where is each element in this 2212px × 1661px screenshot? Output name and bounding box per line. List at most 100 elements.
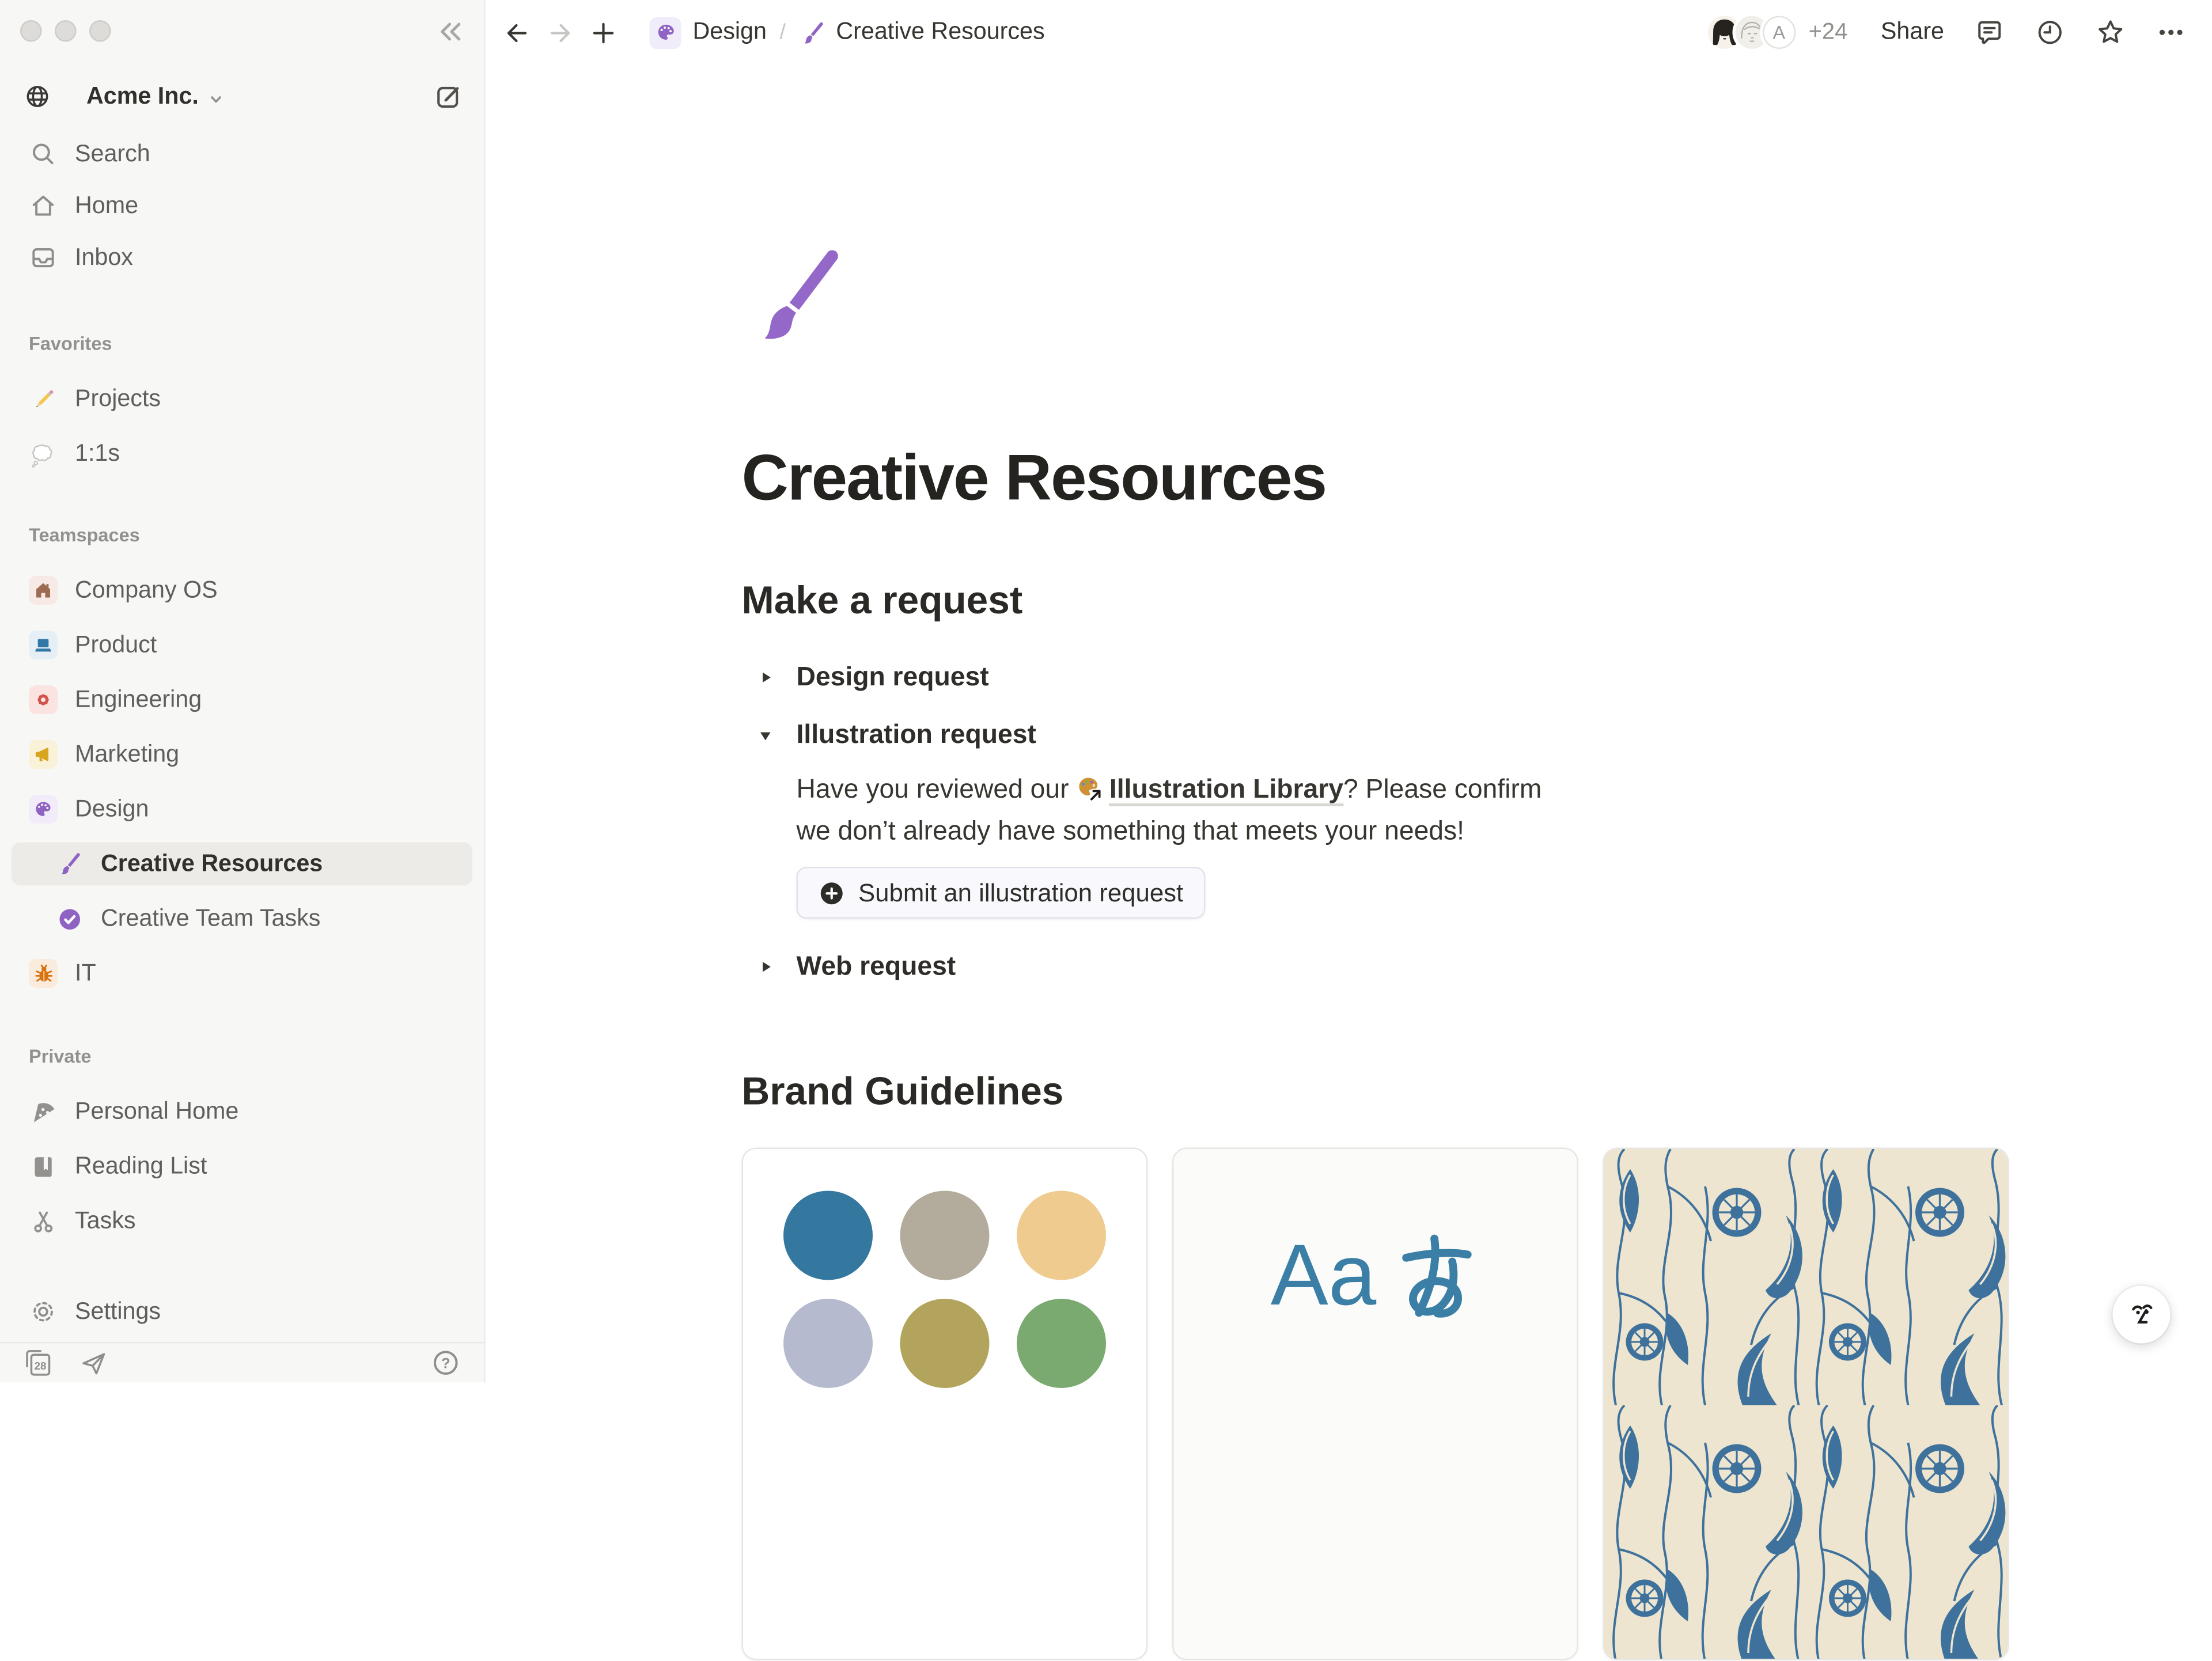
- sidebar-item-label: Product: [75, 631, 157, 659]
- house-icon: [29, 576, 58, 605]
- sidebar-item-label: IT: [75, 960, 96, 987]
- body-text: ? Please confirm: [1343, 774, 1541, 805]
- heading-brand-guidelines[interactable]: Brand Guidelines: [742, 1069, 2212, 1115]
- more-options-icon[interactable]: [2156, 17, 2187, 48]
- toggle-label: Web request: [797, 951, 956, 983]
- gear-outline-icon: [29, 1298, 58, 1326]
- toggle-collapsed-icon[interactable]: [745, 957, 785, 976]
- sidebar-item-search[interactable]: Search: [12, 132, 472, 176]
- color-palette-card[interactable]: [742, 1148, 1148, 1661]
- calendar-icon[interactable]: [23, 1348, 54, 1378]
- history-clock-icon[interactable]: [2035, 17, 2066, 48]
- sidebar: Acme Inc. Search Home Inbox Favorites: [0, 0, 486, 1382]
- sidebar-footer: [0, 1342, 484, 1382]
- forward-icon[interactable]: [546, 18, 575, 47]
- floral-pattern-image: [1604, 1150, 2008, 1659]
- sidebar-item-label: Design: [75, 795, 149, 823]
- scissors-icon: [29, 1207, 58, 1235]
- breadcrumb-parent[interactable]: Design: [693, 19, 767, 47]
- breadcrumb-current[interactable]: Creative Resources: [836, 19, 1044, 47]
- sidebar-item-label: Engineering: [75, 686, 202, 714]
- sidebar-item-it[interactable]: IT: [12, 952, 472, 995]
- workspace-switcher[interactable]: Acme Inc.: [23, 72, 464, 121]
- sidebar-item-tasks[interactable]: Tasks: [12, 1200, 472, 1243]
- section-header-private[interactable]: Private: [12, 1044, 472, 1067]
- window-zoom-button[interactable]: [89, 20, 111, 42]
- laptop-icon: [29, 631, 58, 659]
- sidebar-item-reading-list[interactable]: Reading List: [12, 1145, 472, 1188]
- sidebar-item-settings[interactable]: Settings: [12, 1290, 472, 1333]
- breadcrumb-brush-icon: [798, 20, 824, 45]
- toggle-illustration-request[interactable]: Illustration request: [745, 714, 2212, 757]
- sidebar-item-inbox[interactable]: Inbox: [12, 236, 472, 279]
- sidebar-item-marketing[interactable]: Marketing: [12, 733, 472, 776]
- toggle-expanded-icon[interactable]: [745, 726, 785, 745]
- notion-ai-button[interactable]: [2113, 1286, 2171, 1344]
- window-close-button[interactable]: [20, 20, 42, 42]
- palette-link-icon: [1076, 775, 1104, 803]
- share-button[interactable]: Share: [1881, 19, 1944, 47]
- sidebar-item-creative-resources[interactable]: Creative Resources: [12, 843, 472, 886]
- sidebar-item-creative-team-tasks[interactable]: Creative Team Tasks: [12, 897, 472, 941]
- favorite-star-icon[interactable]: [2096, 17, 2126, 48]
- floral-pattern-card[interactable]: [1603, 1148, 2009, 1661]
- sidebar-item-label: Inbox: [75, 244, 133, 272]
- sidebar-item-1-1s[interactable]: 1:1s: [12, 432, 472, 475]
- heading-make-a-request[interactable]: Make a request: [742, 578, 2212, 624]
- toggle-label: Design request: [797, 662, 989, 693]
- sidebar-item-personal-home[interactable]: Personal Home: [12, 1090, 472, 1133]
- comments-icon[interactable]: [1975, 17, 2005, 48]
- avatar-stack[interactable]: A: [1705, 13, 1799, 52]
- link-text[interactable]: Illustration Library: [1109, 774, 1343, 807]
- sidebar-item-design[interactable]: Design: [12, 788, 472, 831]
- sidebar-collapse-icon[interactable]: [435, 16, 467, 48]
- sidebar-item-label: Creative Resources: [101, 850, 323, 878]
- breadcrumb-design-icon: [650, 17, 681, 48]
- new-page-icon[interactable]: [589, 18, 618, 47]
- typography-kana-sample: [1388, 1224, 1480, 1328]
- page-icon-paintbrush[interactable]: [742, 242, 851, 351]
- toggle-design-request[interactable]: Design request: [745, 656, 2212, 699]
- globe-icon: [23, 82, 52, 111]
- palette-icon: [29, 795, 58, 824]
- illustration-library-link[interactable]: Illustration Library: [1076, 774, 1343, 805]
- avatar-overflow-count[interactable]: +24: [1809, 20, 1848, 45]
- help-icon[interactable]: [431, 1348, 461, 1378]
- toggle-web-request[interactable]: Web request: [745, 945, 2212, 988]
- inbox-icon: [29, 244, 58, 272]
- page-title[interactable]: Creative Resources: [742, 442, 2212, 514]
- toggle-label: Illustration request: [797, 719, 1036, 751]
- sidebar-item-company-os[interactable]: Company OS: [12, 569, 472, 612]
- submit-illustration-request-button[interactable]: Submit an illustration request: [797, 867, 1205, 919]
- sidebar-item-label: 1:1s: [75, 440, 120, 468]
- sidebar-item-engineering[interactable]: Engineering: [12, 678, 472, 722]
- plus-circle-icon: [818, 879, 846, 907]
- palette-swatch: [1017, 1192, 1106, 1281]
- window-minimize-button[interactable]: [55, 20, 77, 42]
- avatar[interactable]: A: [1760, 13, 1799, 52]
- sidebar-item-label: Tasks: [75, 1207, 135, 1235]
- check-circle-icon: [55, 904, 84, 933]
- sidebar-item-label: Reading List: [75, 1152, 207, 1180]
- section-header-teamspaces[interactable]: Teamspaces: [12, 523, 472, 546]
- sidebar-item-home[interactable]: Home: [12, 184, 472, 227]
- palette-swatch: [900, 1192, 990, 1281]
- gear-icon: [29, 685, 58, 714]
- sidebar-item-label: Settings: [75, 1298, 161, 1326]
- notion-window: Acme Inc. Search Home Inbox Favorites: [0, 0, 2212, 1382]
- section-header-favorites[interactable]: Favorites: [12, 331, 472, 354]
- button-label: Submit an illustration request: [858, 878, 1183, 909]
- back-icon[interactable]: [503, 18, 532, 47]
- sidebar-item-product[interactable]: Product: [12, 624, 472, 667]
- palette-swatch: [900, 1299, 990, 1389]
- compose-button[interactable]: [434, 81, 464, 112]
- toggle-collapsed-icon[interactable]: [745, 668, 785, 687]
- palette-swatch: [783, 1299, 873, 1389]
- palette-swatch: [1017, 1299, 1106, 1389]
- sidebar-item-projects[interactable]: Projects: [12, 377, 472, 420]
- color-palette-grid: [743, 1150, 1146, 1389]
- typography-card[interactable]: Aa: [1172, 1148, 1578, 1661]
- sidebar-item-label: Search: [75, 141, 150, 168]
- paper-plane-icon[interactable]: [79, 1348, 108, 1377]
- body-text: we don’t already have something that mee…: [797, 816, 1465, 846]
